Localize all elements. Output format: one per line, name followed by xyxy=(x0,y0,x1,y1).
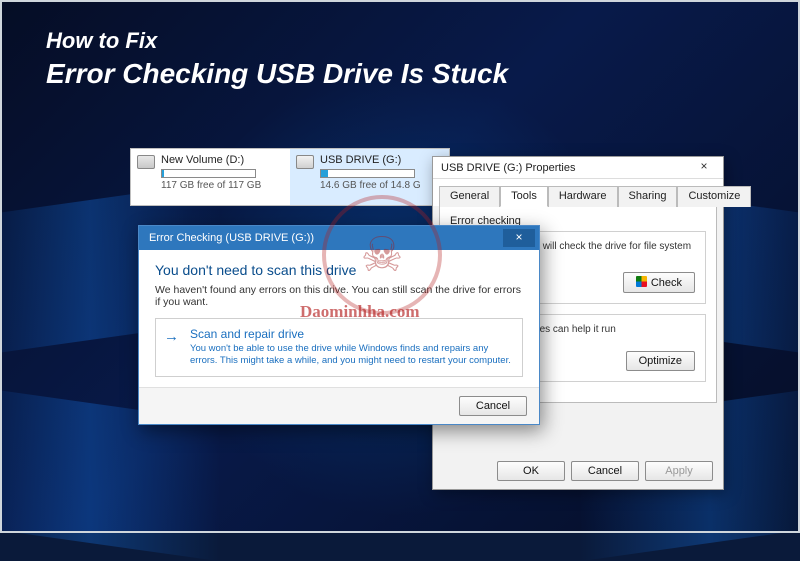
headline-line1: How to Fix xyxy=(46,28,508,54)
error-checking-dialog: Error Checking (USB DRIVE (G:)) × You do… xyxy=(138,225,540,425)
error-checking-titlebar[interactable]: Error Checking (USB DRIVE (G:)) × xyxy=(139,226,539,250)
cancel-button[interactable]: Cancel xyxy=(459,396,527,416)
properties-dialog-buttons: OK Cancel Apply xyxy=(497,461,713,481)
capacity-bar xyxy=(161,169,256,178)
optimize-button[interactable]: Optimize xyxy=(626,351,695,371)
properties-titlebar[interactable]: USB DRIVE (G:) Properties × xyxy=(433,157,723,179)
error-checking-subtext: We haven't found any errors on this driv… xyxy=(155,284,523,308)
error-checking-heading: You don't need to scan this drive xyxy=(155,262,523,278)
scan-and-repair-option[interactable]: → Scan and repair drive You won't be abl… xyxy=(155,318,523,377)
close-icon[interactable]: × xyxy=(503,229,535,247)
error-checking-dlg-title: Error Checking (USB DRIVE (G:)) xyxy=(149,232,314,244)
drive-label: New Volume (D:) xyxy=(161,154,282,166)
capacity-bar xyxy=(320,169,415,178)
drive-g-usb[interactable]: USB DRIVE (G:) 14.6 GB free of 14.8 G xyxy=(290,149,449,205)
arrow-right-icon: → xyxy=(164,328,179,345)
check-button[interactable]: Check xyxy=(623,272,695,293)
cancel-button[interactable]: Cancel xyxy=(571,461,639,481)
scan-option-title: Scan and repair drive xyxy=(190,327,512,341)
ok-button[interactable]: OK xyxy=(497,461,565,481)
properties-tabs: General Tools Hardware Sharing Customize xyxy=(433,179,723,206)
usb-drive-icon xyxy=(296,155,314,169)
hard-drive-icon xyxy=(137,155,155,169)
close-icon[interactable]: × xyxy=(689,159,719,177)
tab-general[interactable]: General xyxy=(439,186,500,207)
scan-option-desc: You won't be able to use the drive while… xyxy=(190,343,512,368)
properties-title: USB DRIVE (G:) Properties xyxy=(441,162,575,174)
tab-tools[interactable]: Tools xyxy=(500,186,548,207)
drive-free-text: 117 GB free of 117 GB xyxy=(161,180,282,191)
tab-sharing[interactable]: Sharing xyxy=(618,186,678,207)
apply-button[interactable]: Apply xyxy=(645,461,713,481)
drive-free-text: 14.6 GB free of 14.8 G xyxy=(320,180,441,191)
drive-label: USB DRIVE (G:) xyxy=(320,154,441,166)
tab-customize[interactable]: Customize xyxy=(677,186,751,207)
tab-hardware[interactable]: Hardware xyxy=(548,186,618,207)
article-headline: How to Fix Error Checking USB Drive Is S… xyxy=(46,28,508,91)
explorer-drives-panel: New Volume (D:) 117 GB free of 117 GB US… xyxy=(130,148,450,206)
headline-line2: Error Checking USB Drive Is Stuck xyxy=(46,56,508,91)
drive-d[interactable]: New Volume (D:) 117 GB free of 117 GB xyxy=(131,149,290,205)
